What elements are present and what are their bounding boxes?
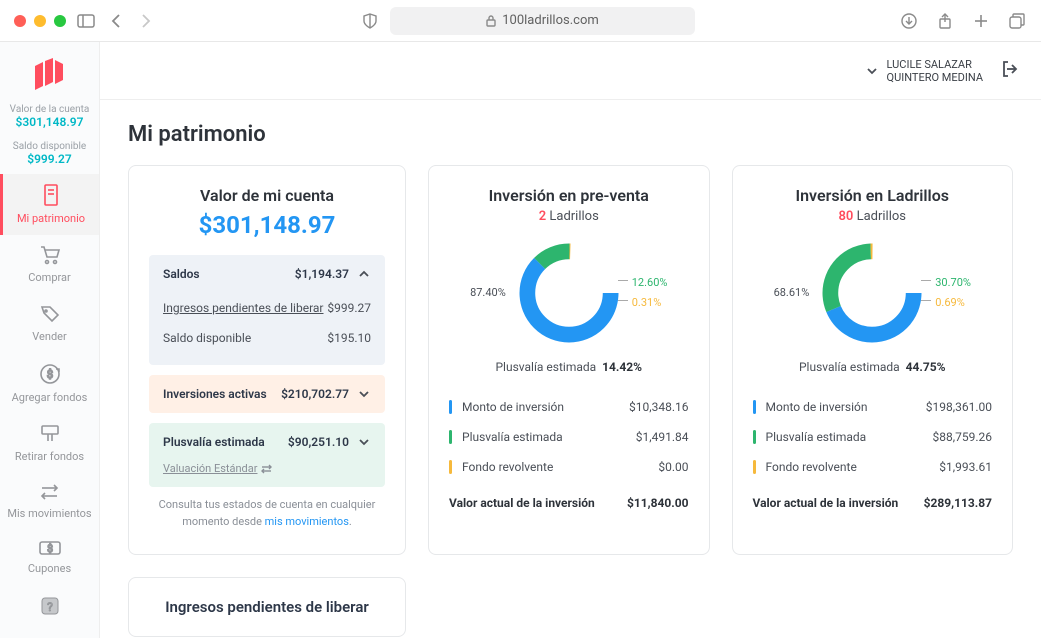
back-icon[interactable]: [106, 11, 126, 31]
user-menu[interactable]: LUCILE SALAZAR QUINTERO MEDINA: [865, 58, 983, 84]
tabs-icon[interactable]: [1007, 11, 1027, 31]
ladrillos-title: Inversión en Ladrillos: [753, 186, 993, 205]
logout-icon[interactable]: [1001, 60, 1019, 81]
new-tab-icon[interactable]: [971, 11, 991, 31]
account-value-card: Valor de mi cuenta $301,148.97 Saldos $1…: [128, 165, 406, 555]
movements-link[interactable]: mis movimientos: [265, 515, 349, 528]
pending-income-title: Ingresos pendientes de liberar: [153, 598, 381, 616]
topbar: LUCILE SALAZAR QUINTERO MEDINA: [100, 42, 1041, 100]
preventa-title: Inversión en pre-venta: [449, 186, 689, 205]
browser-toolbar: 100ladrillos.com: [0, 0, 1041, 42]
sidebar-toggle-icon[interactable]: [76, 11, 96, 31]
preventa-donut-chart: [514, 238, 624, 348]
nav-agregar-fondos[interactable]: $ Agregar fondos: [0, 353, 99, 414]
chevron-down-icon: [357, 387, 371, 401]
svg-text:$: $: [47, 542, 53, 555]
nav-help[interactable]: ?: [0, 585, 99, 627]
pending-income-card: Ingresos pendientes de liberar: [128, 577, 406, 637]
chevron-down-icon: [357, 435, 371, 449]
nav-movimientos[interactable]: Mis movimientos: [0, 473, 99, 530]
nav-comprar[interactable]: Comprar: [0, 235, 99, 294]
preventa-left-pct: 87.40%: [452, 283, 506, 303]
minimize-window-icon[interactable]: [34, 15, 46, 27]
swap-icon: [261, 464, 273, 474]
nav-retirar-fondos[interactable]: Retirar fondos: [0, 414, 99, 473]
download-icon[interactable]: [899, 11, 919, 31]
brand-logo[interactable]: [0, 58, 99, 90]
shield-icon[interactable]: [360, 11, 380, 31]
refresh-icon[interactable]: [673, 12, 687, 30]
chevron-up-icon: [357, 267, 371, 281]
user-name-1: LUCILE SALAZAR: [887, 58, 983, 71]
accordion-saldos[interactable]: Saldos $1,194.37 Ingresos pendientes de …: [149, 255, 385, 365]
user-name-2: QUINTERO MEDINA: [887, 71, 983, 84]
chevron-down-icon: [865, 64, 879, 78]
nav-cupones[interactable]: $ Cupones: [0, 530, 99, 585]
ladrillos-left-pct: 68.61%: [755, 283, 809, 303]
share-icon[interactable]: [935, 11, 955, 31]
account-card-value: $301,148.97: [149, 211, 385, 239]
svg-text:?: ?: [47, 600, 53, 614]
main-area: LUCILE SALAZAR QUINTERO MEDINA Mi patrim…: [100, 42, 1041, 638]
window-controls: [14, 15, 66, 27]
url-text: 100ladrillos.com: [502, 13, 599, 28]
valuation-link[interactable]: Valuación Estándar: [163, 462, 273, 475]
preventa-card: Inversión en pre-venta 2 Ladrillos 87.40…: [428, 165, 710, 555]
balance-label: Saldo disponible: [4, 141, 95, 152]
close-window-icon[interactable]: [14, 15, 26, 27]
svg-text:$: $: [46, 368, 52, 381]
sidebar: Valor de la cuenta $301,148.97 Saldo dis…: [0, 42, 100, 638]
forward-icon[interactable]: [136, 11, 156, 31]
ladrillos-donut-chart: [817, 238, 927, 348]
nav-vender[interactable]: Vender: [0, 294, 99, 353]
page-title: Mi patrimonio: [128, 122, 1013, 147]
nav-patrimonio[interactable]: Mi patrimonio: [0, 174, 99, 235]
account-value-label: Valor de la cuenta: [4, 104, 95, 115]
lock-icon: [486, 15, 496, 27]
account-card-title: Valor de mi cuenta: [149, 186, 385, 205]
accordion-inversiones[interactable]: Inversiones activas $210,702.77: [149, 375, 385, 413]
account-value: $301,148.97: [4, 115, 95, 129]
accordion-plusvalia[interactable]: Plusvalía estimada $90,251.10 Valuación …: [149, 423, 385, 487]
ladrillos-card: Inversión en Ladrillos 80 Ladrillos 68.6…: [732, 165, 1014, 555]
account-footnote: Consulta tus estados de cuenta en cualqu…: [149, 497, 385, 530]
balance-value: $999.27: [4, 152, 95, 166]
maximize-window-icon[interactable]: [54, 15, 66, 27]
address-bar[interactable]: 100ladrillos.com: [390, 7, 696, 35]
